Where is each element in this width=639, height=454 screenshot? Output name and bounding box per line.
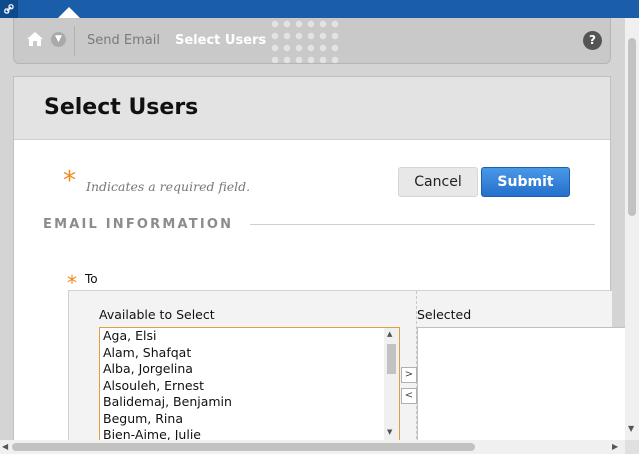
- available-list-label: Available to Select: [99, 307, 215, 322]
- cancel-button[interactable]: Cancel: [398, 167, 478, 197]
- breadcrumb: ▼ Send Email Select Users ?: [13, 18, 611, 64]
- breadcrumb-send-email[interactable]: Send Email: [87, 33, 160, 48]
- page-title: Select Users: [44, 95, 199, 120]
- scroll-down-icon[interactable]: ▼: [628, 424, 634, 433]
- scroll-thumb[interactable]: [12, 443, 475, 451]
- scroll-thumb[interactable]: [387, 344, 396, 374]
- decorative-pattern: [269, 18, 339, 63]
- top-bar: [0, 0, 639, 18]
- home-icon[interactable]: [26, 30, 44, 48]
- scroll-down-icon[interactable]: ▼: [387, 428, 392, 436]
- chevron-down-icon[interactable]: ▼: [51, 32, 66, 47]
- list-item[interactable]: Begum, Rina: [103, 411, 399, 428]
- scrollbar-corner: [625, 440, 639, 454]
- page-horizontal-scrollbar[interactable]: ◀ ▶: [0, 440, 625, 454]
- scroll-left-icon[interactable]: ◀: [2, 442, 8, 451]
- list-scrollbar[interactable]: ▲ ▼: [384, 328, 399, 444]
- required-field-note: Indicates a required field.: [86, 179, 251, 194]
- to-field-label: To: [85, 272, 98, 286]
- section-divider: [250, 224, 595, 225]
- submit-button[interactable]: Submit: [481, 167, 570, 197]
- scroll-thumb[interactable]: [628, 38, 636, 216]
- list-item[interactable]: Alsouleh, Ernest: [103, 378, 399, 395]
- breadcrumb-separator: [74, 26, 75, 56]
- list-item[interactable]: Alba, Jorgelina: [103, 361, 399, 378]
- page-header: Select Users: [14, 77, 610, 140]
- help-icon[interactable]: ?: [583, 31, 602, 50]
- list-item[interactable]: Balidemaj, Benjamin: [103, 394, 399, 411]
- scroll-up-icon[interactable]: ▲: [387, 330, 392, 338]
- breadcrumb-select-users: Select Users: [175, 33, 267, 48]
- selected-list-label: Selected: [417, 307, 472, 322]
- selected-users-list[interactable]: [417, 327, 627, 444]
- page-vertical-scrollbar[interactable]: ▼: [625, 18, 639, 440]
- move-right-button[interactable]: >: [401, 367, 417, 383]
- list-item[interactable]: Alam, Shafqat: [103, 345, 399, 362]
- link-icon[interactable]: [0, 0, 18, 18]
- content-panel: Select Users * Indicates a required fiel…: [13, 76, 627, 444]
- required-asterisk: *: [63, 166, 76, 196]
- move-left-button[interactable]: <: [401, 388, 417, 404]
- available-users-list[interactable]: Aga, Elsi Alam, Shafqat Alba, Jorgelina …: [99, 327, 400, 444]
- section-heading: EMAIL INFORMATION: [43, 217, 234, 232]
- list-item[interactable]: Aga, Elsi: [103, 328, 399, 345]
- scroll-right-icon[interactable]: ▶: [612, 442, 618, 451]
- caret-up-icon: [58, 7, 80, 18]
- user-picker: Available to Select Selected Aga, Elsi A…: [68, 290, 627, 444]
